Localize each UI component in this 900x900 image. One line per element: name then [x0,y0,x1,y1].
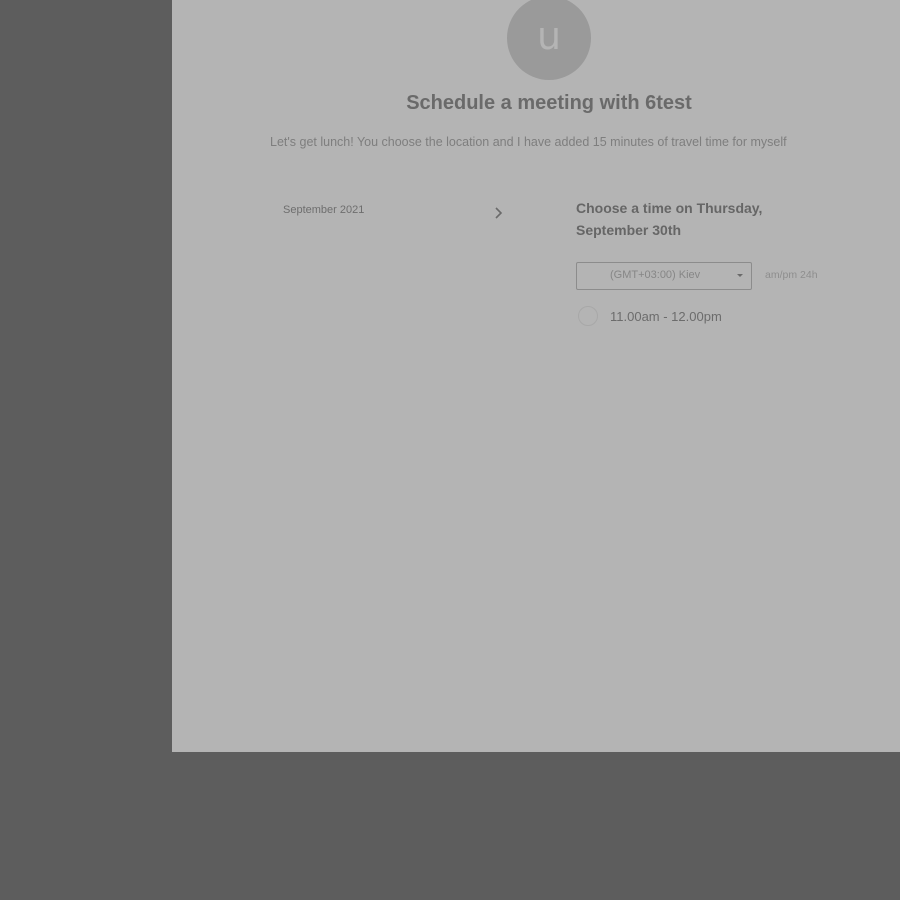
meeting-description: Let's get lunch! You choose the location… [270,135,787,149]
page-title: Schedule a meeting with 6test [406,92,692,114]
calendar-month-label: September 2021 [283,204,365,216]
calendar-grid [270,240,540,440]
caret-down-icon [737,274,743,277]
radio-button[interactable] [578,306,598,326]
time-format-toggle: am/pm 24h [765,269,818,281]
timezone-value: (GMT+03:00) Kiev [610,269,701,281]
avatar: u [507,0,591,80]
time-selection-heading: Choose a time on Thursday, September 30t… [576,200,763,238]
timezone-select[interactable]: (GMT+03:00) Kiev [576,262,752,290]
scheduling-panel: u Schedule a meeting with 6test Let's ge… [172,0,900,752]
format-24h-option[interactable]: 24h [800,269,818,281]
time-slot-label: 11.00am - 12.00pm [610,309,722,324]
format-ampm-option[interactable]: am/pm [765,269,797,281]
chevron-right-icon[interactable] [490,204,508,222]
